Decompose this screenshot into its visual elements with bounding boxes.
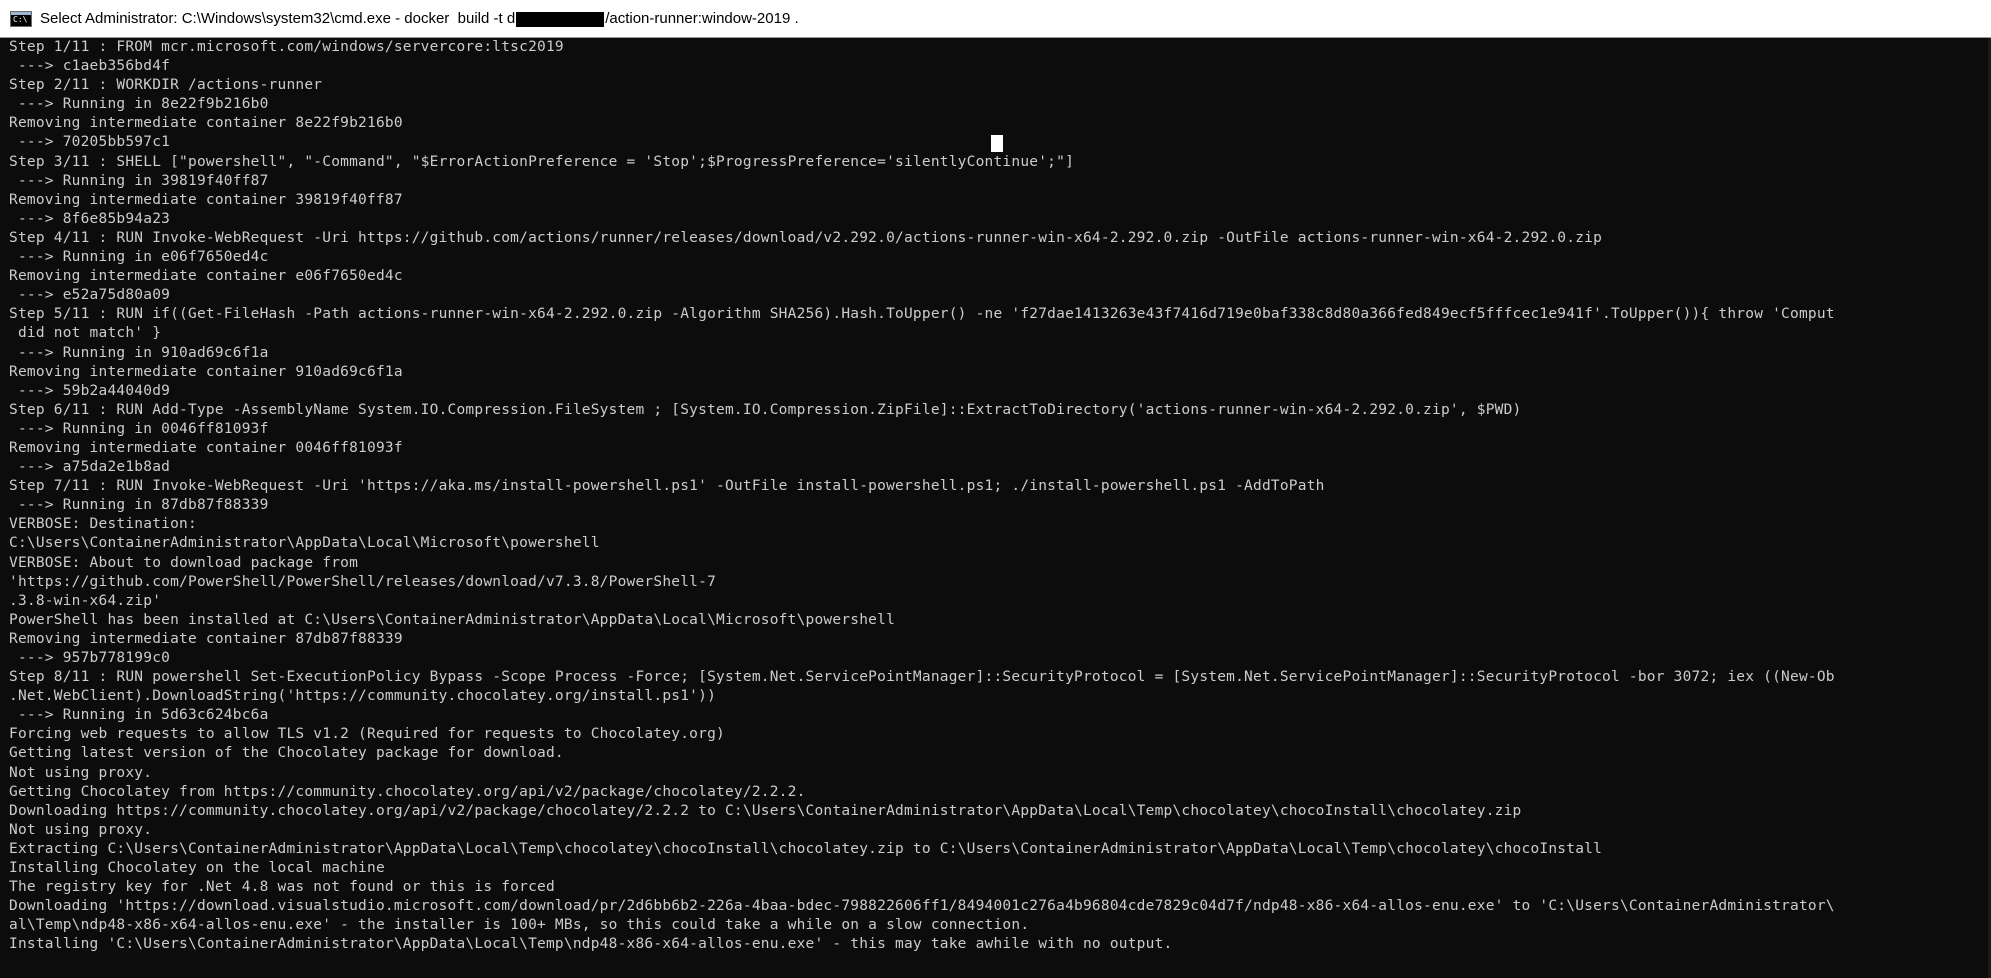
console-line: Downloading https://community.chocolatey… [9,802,1522,819]
console-line: Installing 'C:\Users\ContainerAdministra… [9,936,1173,953]
cmd-icon-glyph: C:\ [13,14,28,24]
terminal-window: C:\ Select Administrator: C:\Windows\sys… [0,0,1991,978]
console-line: al\Temp\ndp48-x86-x64-allos-enu.exe' - t… [9,917,1030,934]
cmd-icon[interactable]: C:\ [10,10,32,27]
console-line: Forcing web requests to allow TLS v1.2 (… [9,726,725,743]
console-line: ---> a75da2e1b8ad [9,459,171,476]
window-title-suffix: /action-runner:window-2019 . [605,10,799,27]
console-line: ---> Running in 39819f40ff87 [9,172,269,189]
console-line: Extracting C:\Users\ContainerAdministrat… [9,840,1603,857]
console-line: 'https://github.com/PowerShell/PowerShel… [9,573,717,590]
console-line: Not using proxy. [9,764,153,781]
console-line: Step 8/11 : RUN powershell Set-Execution… [9,669,1835,686]
console-line: Removing intermediate container 87db87f8… [9,630,403,647]
console-line: Installing Chocolatey on the local machi… [9,860,385,877]
window-title-prefix: Select Administrator: C:\Windows\system3… [40,10,516,27]
console-line: ---> c1aeb356bd4f [9,58,171,75]
console-line: ---> Running in e06f7650ed4c [9,249,269,266]
console-line: Getting latest version of the Chocolatey… [9,745,564,762]
text-cursor [991,135,1003,152]
console-line: Step 2/11 : WORKDIR /actions-runner [9,77,323,94]
console-line: Removing intermediate container 8e22f9b2… [9,115,403,132]
console-line: C:\Users\ContainerAdministrator\AppData\… [9,535,600,552]
console-line: The registry key for .Net 4.8 was not fo… [9,879,555,896]
console-line: Step 3/11 : SHELL ["powershell", "-Comma… [9,153,1075,170]
console-line: ---> Running in 0046ff81093f [9,420,269,437]
console-line: Step 1/11 : FROM mcr.microsoft.com/windo… [9,39,564,55]
console-line: ---> Running in 5d63c624bc6a [9,707,269,724]
console-line: ---> Running in 910ad69c6f1a [9,344,269,361]
title-bar[interactable]: C:\ Select Administrator: C:\Windows\sys… [0,0,1991,38]
console-line: Removing intermediate container 39819f40… [9,191,403,208]
console-line: Removing intermediate container 910ad69c… [9,363,403,380]
console-line: VERBOSE: Destination: [9,516,197,533]
console-output[interactable]: Step 1/11 : FROM mcr.microsoft.com/windo… [9,38,1991,978]
console-line: Getting Chocolatey from https://communit… [9,783,806,800]
console-line: ---> e52a75d80a09 [9,287,171,304]
window-title: Select Administrator: C:\Windows\system3… [40,10,799,27]
console-line: ---> Running in 87db87f88339 [9,497,269,514]
console-line: Step 5/11 : RUN if((Get-FileHash -Path a… [9,306,1835,323]
redacted-block [516,11,605,27]
console-line: Downloading 'https://download.visualstud… [9,898,1835,915]
console-line: Step 6/11 : RUN Add-Type -AssemblyName S… [9,401,1522,418]
console-line: VERBOSE: About to download package from [9,554,359,571]
console-line: ---> Running in 8e22f9b216b0 [9,96,269,113]
console-line: ---> 59b2a44040d9 [9,382,171,399]
console-line: ---> 8f6e85b94a23 [9,210,171,227]
console-line: Removing intermediate container 0046ff81… [9,439,403,456]
console-line: .3.8-win-x64.zip' [9,592,162,609]
console-line: Not using proxy. [9,821,153,838]
console-line: Removing intermediate container e06f7650… [9,268,403,285]
console-line: .Net.WebClient).DownloadString('https://… [9,688,717,705]
console-line: PowerShell has been installed at C:\User… [9,611,896,628]
console-line: did not match' } [9,325,162,342]
console-line: Step 4/11 : RUN Invoke-WebRequest -Uri h… [9,229,1603,246]
console-line: ---> 957b778199c0 [9,650,171,666]
console-line: Step 7/11 : RUN Invoke-WebRequest -Uri '… [9,478,1325,495]
